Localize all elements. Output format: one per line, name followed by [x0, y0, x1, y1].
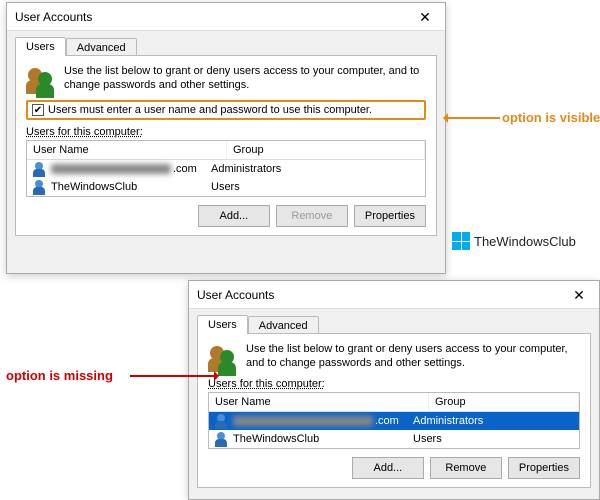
users-list[interactable]: User Name Group xxxxxxxxxxxxxxx .com Adm…	[26, 140, 426, 197]
dialog-title: User Accounts	[197, 288, 274, 302]
properties-button[interactable]: Properties	[354, 205, 426, 227]
list-item[interactable]: TheWindowsClub Users	[27, 178, 425, 196]
users-icon	[26, 64, 56, 94]
group-cell: Administrators	[409, 415, 483, 427]
list-label: Users for this computer:	[26, 126, 143, 138]
remove-button: Remove	[276, 205, 348, 227]
user-icon	[31, 161, 47, 177]
close-icon[interactable]: ✕	[559, 281, 599, 309]
checkbox-label: Users must enter a user name and passwor…	[48, 104, 372, 116]
must-enter-password-checkbox-row[interactable]: ✔ Users must enter a user name and passw…	[26, 100, 426, 120]
group-cell: Users	[409, 433, 442, 445]
intro-row: Use the list below to grant or deny user…	[208, 342, 580, 372]
annotation-option-missing: option is missing	[6, 368, 113, 383]
tab-strip: Users Advanced	[189, 309, 599, 334]
list-header: User Name Group	[209, 393, 579, 412]
remove-button[interactable]: Remove	[430, 457, 502, 479]
checkbox-icon[interactable]: ✔	[32, 104, 44, 116]
users-list[interactable]: User Name Group xxxxxxxxxxxxxxxxxxx .com…	[208, 392, 580, 449]
user-icon	[213, 413, 229, 429]
username-suffix: .com	[375, 415, 399, 427]
username-suffix: .com	[173, 163, 197, 175]
arrow-icon	[444, 117, 500, 119]
annotation-option-visible: option is visible	[502, 110, 600, 125]
tab-strip: Users Advanced	[7, 31, 445, 56]
tab-pane: Use the list below to grant or deny user…	[197, 333, 591, 488]
windows-logo-icon	[452, 232, 470, 250]
titlebar[interactable]: User Accounts ✕	[189, 281, 599, 309]
col-username[interactable]: User Name	[209, 393, 429, 411]
tab-pane: Use the list below to grant or deny user…	[15, 55, 437, 236]
username-cell: TheWindowsClub	[51, 181, 137, 193]
titlebar[interactable]: User Accounts ✕	[7, 3, 445, 31]
properties-button[interactable]: Properties	[508, 457, 580, 479]
col-username[interactable]: User Name	[27, 141, 227, 159]
intro-text: Use the list below to grant or deny user…	[64, 64, 426, 92]
username-cell: TheWindowsClub	[233, 433, 319, 445]
list-item[interactable]: xxxxxxxxxxxxxxx .com Administrators	[27, 160, 425, 178]
add-button[interactable]: Add...	[352, 457, 424, 479]
list-item[interactable]: xxxxxxxxxxxxxxxxxxx .com Administrators	[209, 412, 579, 430]
users-icon	[208, 342, 238, 372]
redacted-text: xxxxxxxxxxxxxxx	[51, 164, 171, 174]
button-row: Add... Remove Properties	[26, 205, 426, 227]
add-button[interactable]: Add...	[198, 205, 270, 227]
tab-users[interactable]: Users	[15, 37, 66, 56]
user-icon	[31, 179, 47, 195]
intro-text: Use the list below to grant or deny user…	[246, 342, 580, 370]
intro-row: Use the list below to grant or deny user…	[26, 64, 426, 94]
tab-users[interactable]: Users	[197, 315, 248, 334]
button-row: Add... Remove Properties	[208, 457, 580, 479]
list-header: User Name Group	[27, 141, 425, 160]
user-accounts-dialog-missing-option: User Accounts ✕ Users Advanced Use the l…	[188, 280, 600, 500]
group-cell: Users	[207, 181, 240, 193]
user-icon	[213, 431, 229, 447]
dialog-title: User Accounts	[15, 10, 92, 24]
list-label: Users for this computer:	[208, 378, 325, 390]
watermark-text: TheWindowsClub	[474, 234, 576, 249]
arrow-icon	[130, 375, 218, 377]
user-accounts-dialog-with-option: User Accounts ✕ Users Advanced Use the l…	[6, 2, 446, 274]
watermark: TheWindowsClub	[452, 232, 576, 250]
redacted-text: xxxxxxxxxxxxxxxxxxx	[233, 416, 373, 426]
close-icon[interactable]: ✕	[405, 3, 445, 31]
list-item[interactable]: TheWindowsClub Users	[209, 430, 579, 448]
col-group[interactable]: Group	[227, 141, 425, 159]
col-group[interactable]: Group	[429, 393, 579, 411]
group-cell: Administrators	[207, 163, 281, 175]
